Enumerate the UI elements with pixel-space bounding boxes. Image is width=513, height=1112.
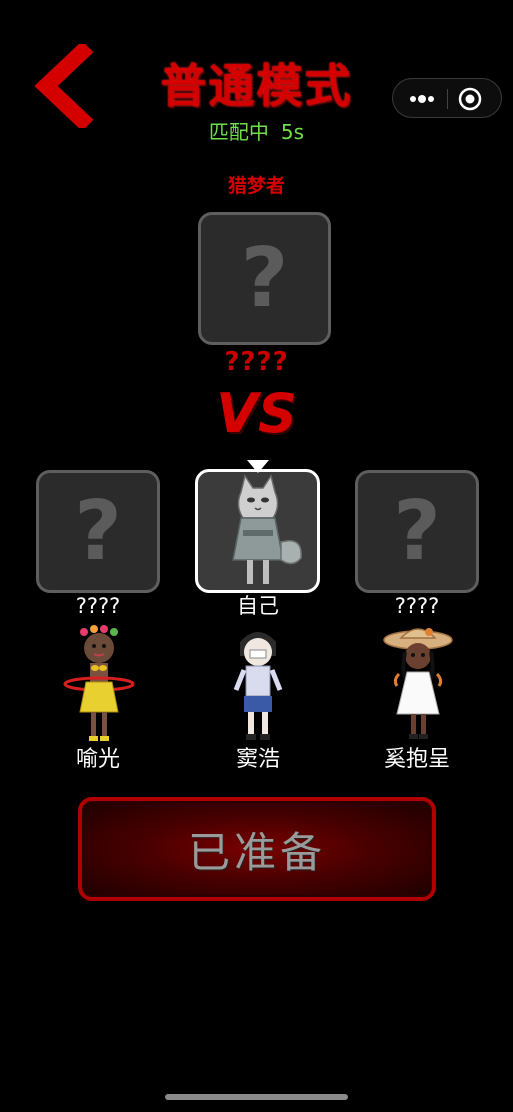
self-indicator-arrow bbox=[247, 460, 269, 473]
player-avatar-1 bbox=[60, 622, 138, 748]
matching-status: 匹配中 5s bbox=[0, 118, 513, 146]
boy-avatar-icon bbox=[233, 632, 283, 740]
target-close-icon bbox=[458, 87, 482, 111]
close-miniprogram-button[interactable] bbox=[457, 86, 483, 112]
home-indicator bbox=[165, 1094, 348, 1100]
player-avatar-2 bbox=[222, 622, 294, 748]
hunter-role-label: 猎梦者 bbox=[227, 175, 285, 197]
hula-girl-avatar-icon bbox=[63, 625, 135, 741]
player-name: 喻光 bbox=[75, 747, 120, 772]
capsule-divider bbox=[447, 89, 448, 109]
match-timer: 5s bbox=[280, 120, 305, 144]
unknown-icon: ? bbox=[74, 483, 122, 579]
status-text: 匹配中 bbox=[208, 120, 269, 144]
hunter-card: ? bbox=[198, 212, 331, 345]
player-card-self bbox=[195, 469, 320, 593]
miniprogram-capsule bbox=[392, 78, 502, 118]
player-name: 奚抱呈 bbox=[383, 747, 450, 772]
fox-mask-character-icon bbox=[231, 474, 302, 584]
player-card-3: ? bbox=[355, 470, 479, 593]
unknown-icon: ? bbox=[393, 483, 441, 579]
unknown-icon: ? bbox=[240, 230, 289, 326]
player-slot-label: ???? bbox=[394, 594, 440, 618]
player-slot-label: ???? bbox=[75, 594, 121, 618]
more-button[interactable] bbox=[405, 89, 439, 109]
player-slot-label: 自己 bbox=[237, 594, 279, 618]
player-name: 窦浩 bbox=[235, 747, 280, 772]
versus-label: VS bbox=[216, 382, 297, 445]
ready-button-label: 已准备 bbox=[187, 827, 326, 877]
ready-button[interactable]: 已准备 bbox=[78, 797, 436, 901]
hunter-name: ???? bbox=[224, 347, 289, 377]
player-card-1: ? bbox=[36, 470, 160, 593]
straw-hat-girl-avatar-icon bbox=[383, 628, 453, 739]
player-avatar-3 bbox=[381, 622, 455, 748]
more-dots-icon bbox=[410, 95, 434, 103]
